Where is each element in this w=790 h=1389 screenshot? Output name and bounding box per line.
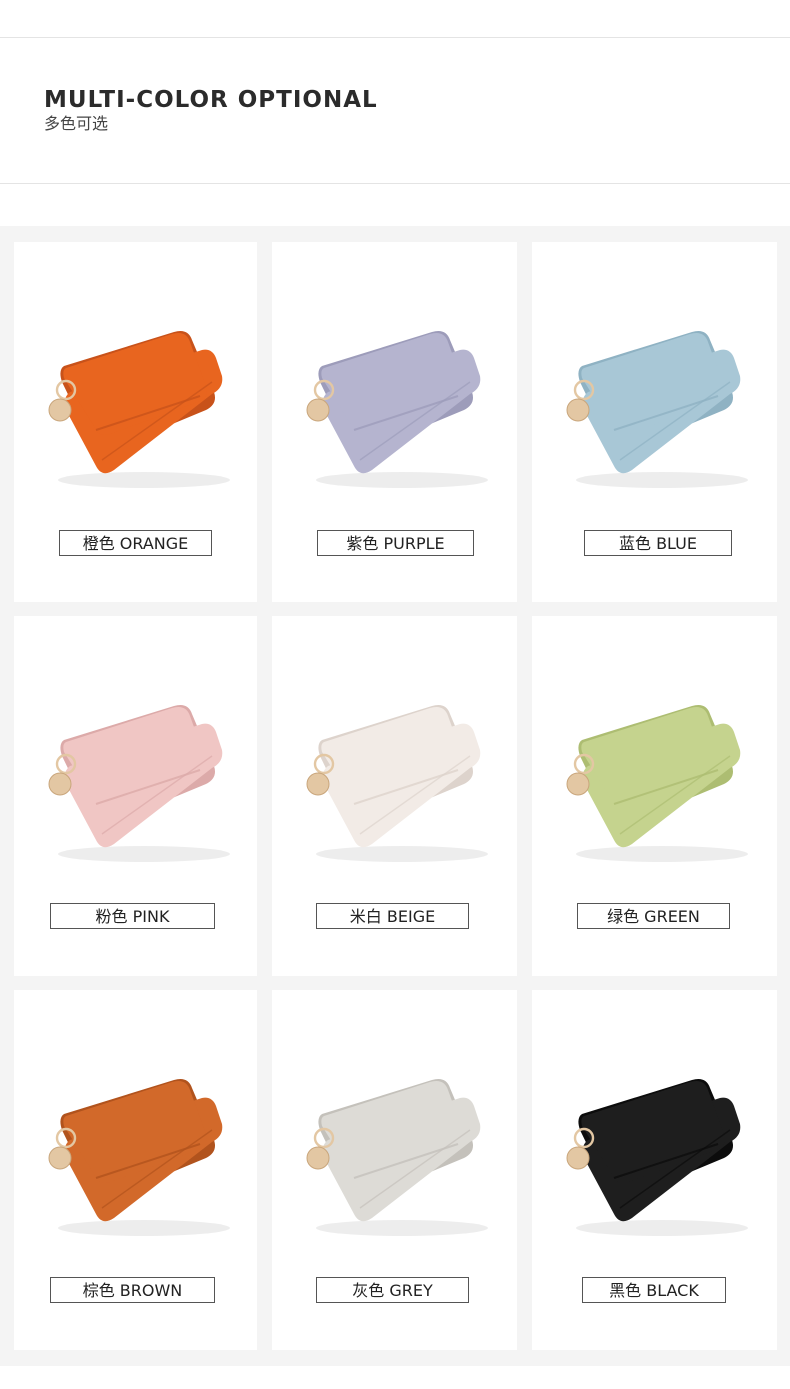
color-label: 棕色 BROWN — [50, 1277, 215, 1303]
color-label: 蓝色 BLUE — [584, 530, 732, 556]
page-title: MULTI-COLOR OPTIONAL — [44, 87, 378, 113]
wallet-icon — [306, 331, 488, 488]
bottom-divider — [0, 183, 790, 184]
top-divider — [0, 37, 790, 38]
wallet-icon — [48, 705, 230, 862]
color-card-orange[interactable]: 橙色 ORANGE — [14, 242, 257, 602]
color-card-grey[interactable]: 灰色 GREY — [272, 990, 517, 1350]
color-label: 紫色 PURPLE — [317, 530, 474, 556]
color-card-green[interactable]: 绿色 GREEN — [532, 616, 777, 976]
wallet-icon — [48, 1079, 230, 1236]
wallet-icon — [306, 1079, 488, 1236]
color-label: 粉色 PINK — [50, 903, 215, 929]
color-card-brown[interactable]: 棕色 BROWN — [14, 990, 257, 1350]
color-label: 橙色 ORANGE — [59, 530, 212, 556]
wallet-icon — [566, 331, 748, 488]
color-card-pink[interactable]: 粉色 PINK — [14, 616, 257, 976]
wallet-icon — [566, 1079, 748, 1236]
color-card-purple[interactable]: 紫色 PURPLE — [272, 242, 517, 602]
color-label: 灰色 GREY — [316, 1277, 469, 1303]
section-heading: MULTI-COLOR OPTIONAL 多色可选 — [44, 86, 378, 135]
color-card-black[interactable]: 黑色 BLACK — [532, 990, 777, 1350]
color-label: 黑色 BLACK — [582, 1277, 726, 1303]
color-card-blue[interactable]: 蓝色 BLUE — [532, 242, 777, 602]
color-card-beige[interactable]: 米白 BEIGE — [272, 616, 517, 976]
page-subtitle: 多色可选 — [44, 114, 109, 133]
wallet-icon — [306, 705, 488, 862]
color-grid: 橙色 ORANGE 紫色 PURPLE 蓝色 BLUE 粉色 PINK 米白 B… — [0, 226, 790, 1366]
color-label: 米白 BEIGE — [316, 903, 469, 929]
wallet-icon — [48, 331, 230, 488]
color-label: 绿色 GREEN — [577, 903, 730, 929]
wallet-icon — [566, 705, 748, 862]
